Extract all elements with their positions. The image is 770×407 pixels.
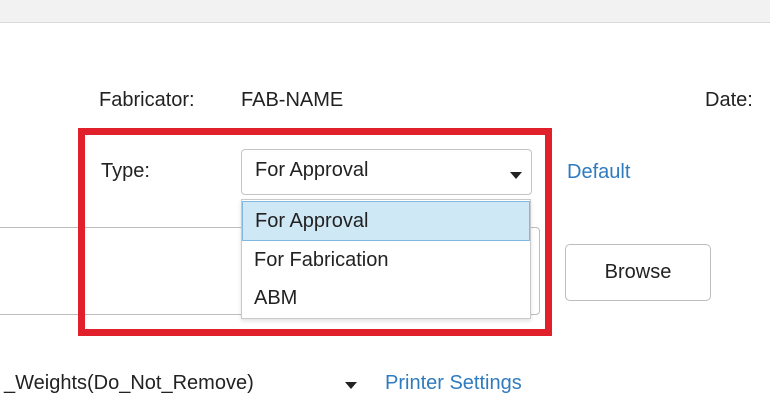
dropdown-option-for-fabrication[interactable]: For Fabrication	[242, 241, 530, 281]
type-dropdown-list: For Approval For Fabrication ABM	[241, 199, 531, 319]
default-link[interactable]: Default	[567, 161, 630, 184]
dropdown-option-abm[interactable]: ABM	[242, 279, 530, 319]
type-select-value: For Approval	[255, 159, 369, 181]
browse-button[interactable]: Browse	[565, 244, 711, 301]
top-toolbar	[0, 0, 770, 23]
chevron-down-icon	[510, 172, 522, 179]
fabricator-value: FAB-NAME	[241, 89, 344, 111]
printer-settings-link[interactable]: Printer Settings	[385, 372, 522, 395]
weights-select[interactable]: _Weights(Do_Not_Remove)	[0, 370, 370, 404]
date-label: Date:	[705, 89, 753, 111]
chevron-down-icon	[345, 382, 357, 389]
dropdown-option-for-approval[interactable]: For Approval	[242, 201, 530, 241]
type-label: Type:	[101, 160, 150, 182]
type-select[interactable]: For Approval	[241, 149, 532, 195]
fabricator-label: Fabricator:	[99, 89, 195, 111]
weights-select-value: _Weights(Do_Not_Remove)	[4, 372, 254, 394]
